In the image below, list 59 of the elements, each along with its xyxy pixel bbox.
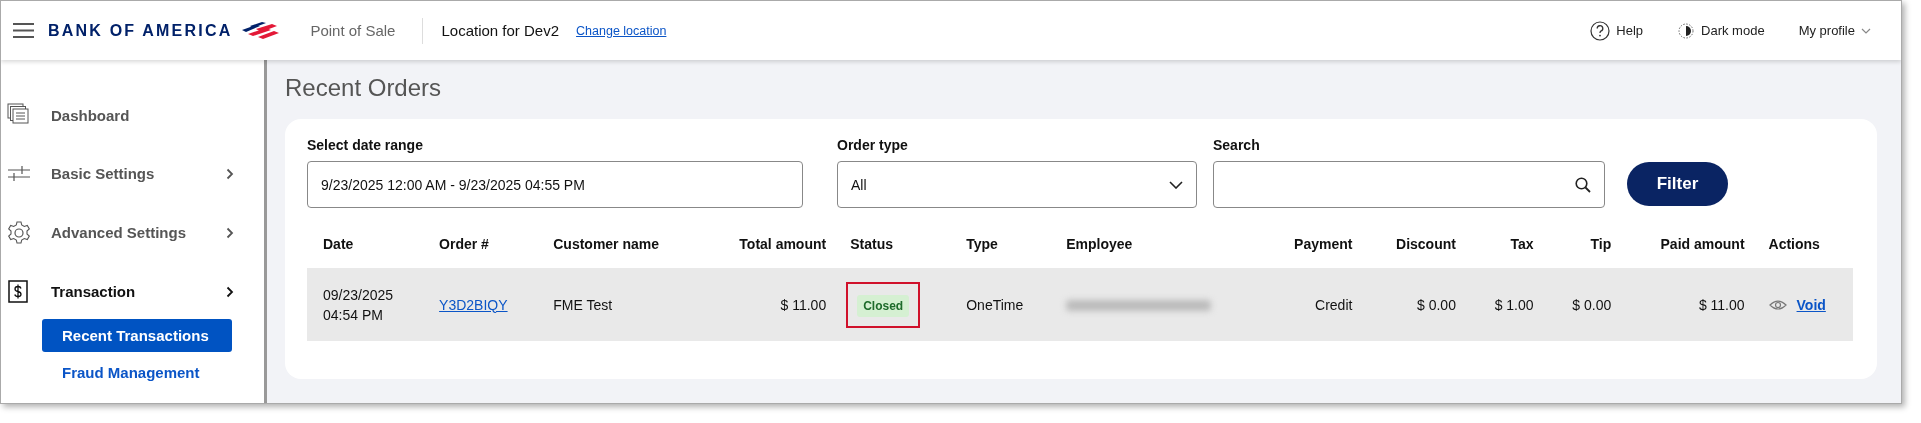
column-header: Tax <box>1463 236 1542 268</box>
pages-icon <box>7 103 31 127</box>
chevron-down-icon <box>1169 180 1183 189</box>
column-header: Date <box>307 236 424 268</box>
date-range-field[interactable]: 9/23/2025 12:00 AM - 9/23/2025 04:55 PM <box>307 161 803 208</box>
chevron-right-icon <box>226 167 234 180</box>
table-cell: FME Test <box>537 268 698 341</box>
column-header: Order # <box>423 236 538 268</box>
column-header: Discount <box>1360 236 1464 268</box>
table-cell: $ 11.00 <box>1619 268 1753 341</box>
field-label: Select date range <box>307 137 424 153</box>
field-label: Order type <box>837 137 909 153</box>
table-cell: $ 0.00 <box>1360 268 1464 341</box>
change-location-link[interactable]: Change location <box>576 23 667 38</box>
table-cell: $ 1.00 <box>1463 268 1542 341</box>
receipt-icon <box>7 279 31 304</box>
filter-button[interactable]: Filter <box>1627 162 1728 206</box>
chevron-right-icon <box>226 285 234 298</box>
location-name: Location for Dev2 <box>441 22 560 39</box>
menu-icon <box>13 23 34 38</box>
dark-mode-button[interactable]: Dark mode <box>1677 21 1765 40</box>
profile-menu-button[interactable]: My profile <box>1798 23 1871 38</box>
chevron-down-icon <box>1861 27 1871 34</box>
chevron-right-icon <box>226 226 234 239</box>
table-cell: 09/23/2025 04:54 PM <box>307 268 424 341</box>
nav-item[interactable]: Advanced Settings <box>1 203 264 262</box>
order-link[interactable]: Y3D2BIQY <box>439 296 508 313</box>
gear-icon <box>7 220 31 245</box>
status-badge: Closed <box>857 294 910 317</box>
search-field[interactable] <box>1213 161 1605 208</box>
column-header: Status <box>834 236 951 268</box>
column-header: Total amount <box>697 236 835 268</box>
order-type-dropdown[interactable]: All <box>837 161 1197 208</box>
table-cell: $ 0.00 <box>1541 268 1620 341</box>
nav-item[interactable]: Dashboard <box>1 86 264 144</box>
column-header: Paid amount <box>1619 236 1753 268</box>
contrast-icon <box>1677 21 1696 40</box>
app-name: Point of Sale <box>310 22 396 39</box>
nav-item[interactable]: Transaction <box>1 262 264 321</box>
column-header: Employee <box>1050 236 1259 268</box>
search-icon <box>1575 176 1591 193</box>
table-cell: OneTime <box>950 268 1051 341</box>
column-header: Customer name <box>537 236 698 268</box>
table-cell: Credit <box>1258 268 1361 341</box>
column-header: Actions <box>1752 236 1853 268</box>
field-label: Search <box>1213 137 1261 153</box>
nav-subitem[interactable]: Recent Transactions <box>42 319 232 352</box>
help-button[interactable]: Help <box>1590 20 1644 41</box>
void-link[interactable]: Void <box>1796 297 1826 314</box>
table-cell: $ 11.00 <box>697 268 835 341</box>
help-icon <box>1590 20 1611 41</box>
nav-subitem[interactable]: Fraud Management <box>42 356 232 389</box>
column-header: Payment <box>1258 236 1361 268</box>
eye-icon <box>1768 299 1787 312</box>
nav-item[interactable]: Basic Settings <box>1 144 264 203</box>
brand-name: BANK OF AMERICA <box>48 21 233 40</box>
column-header: Type <box>950 236 1051 268</box>
column-header: Tip <box>1541 236 1620 268</box>
page-title: Recent Orders <box>285 74 443 102</box>
